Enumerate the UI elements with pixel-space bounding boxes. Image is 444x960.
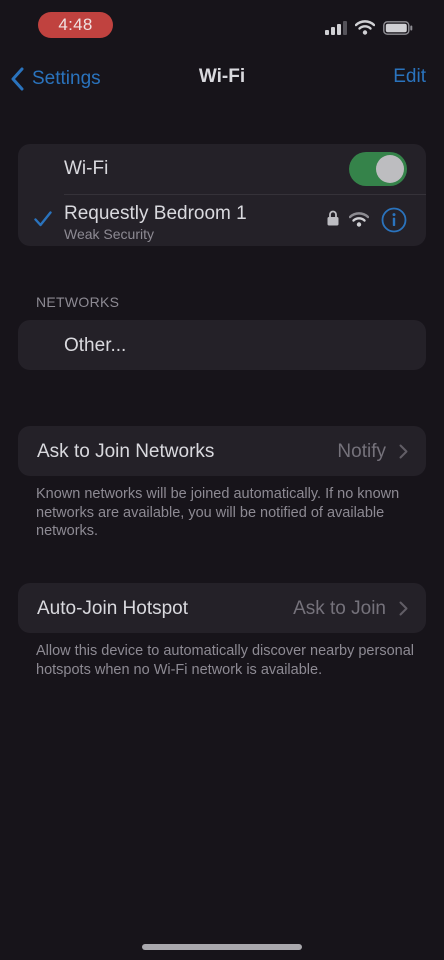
battery-icon xyxy=(383,21,413,35)
ask-to-join-label: Ask to Join Networks xyxy=(37,441,215,462)
connected-network-row[interactable]: Requestly Bedroom 1 Weak Security xyxy=(18,195,426,246)
networks-section-header: NETWORKS xyxy=(36,294,120,310)
auto-join-hotspot-value: Ask to Join xyxy=(293,598,386,619)
home-indicator[interactable] xyxy=(142,944,302,950)
chevron-right-icon xyxy=(399,601,408,616)
lock-icon xyxy=(327,210,339,226)
wifi-toggle[interactable] xyxy=(349,152,407,186)
network-security-label: Weak Security xyxy=(64,226,154,242)
checkmark-icon xyxy=(34,211,52,227)
wifi-toggle-knob xyxy=(376,155,404,183)
page-title: Wi-Fi xyxy=(198,66,246,87)
auto-join-hotspot-footnote: Allow this device to automatically disco… xyxy=(36,643,414,678)
chevron-right-icon xyxy=(399,444,408,459)
other-network-row[interactable]: Other... xyxy=(18,320,426,370)
cellular-signal-icon xyxy=(325,21,347,35)
ask-to-join-footnote: Known networks will be joined automatica… xyxy=(36,486,400,539)
other-network-label: Other... xyxy=(64,335,127,356)
wifi-toggle-row: Wi-Fi xyxy=(18,144,426,194)
wifi-card: Wi-Fi Requestly Bedroom 1 Weak Security xyxy=(18,144,426,246)
navigation-bar: Settings Wi-Fi Edit xyxy=(0,52,444,104)
ask-to-join-value: Notify xyxy=(337,441,386,462)
wifi-icon xyxy=(355,20,375,35)
ask-to-join-row[interactable]: Ask to Join Networks Notify xyxy=(18,426,426,476)
status-bar: 4:48 xyxy=(0,0,444,52)
network-name: Requestly Bedroom 1 xyxy=(64,203,247,224)
edit-button[interactable]: Edit xyxy=(393,66,426,88)
auto-join-hotspot-label: Auto-Join Hotspot xyxy=(37,598,189,619)
wifi-signal-icon xyxy=(349,212,369,227)
info-icon[interactable] xyxy=(381,207,407,233)
auto-join-hotspot-row[interactable]: Auto-Join Hotspot Ask to Join xyxy=(18,583,426,633)
status-time: 4:48 xyxy=(38,12,113,38)
wifi-toggle-label: Wi-Fi xyxy=(64,158,109,179)
